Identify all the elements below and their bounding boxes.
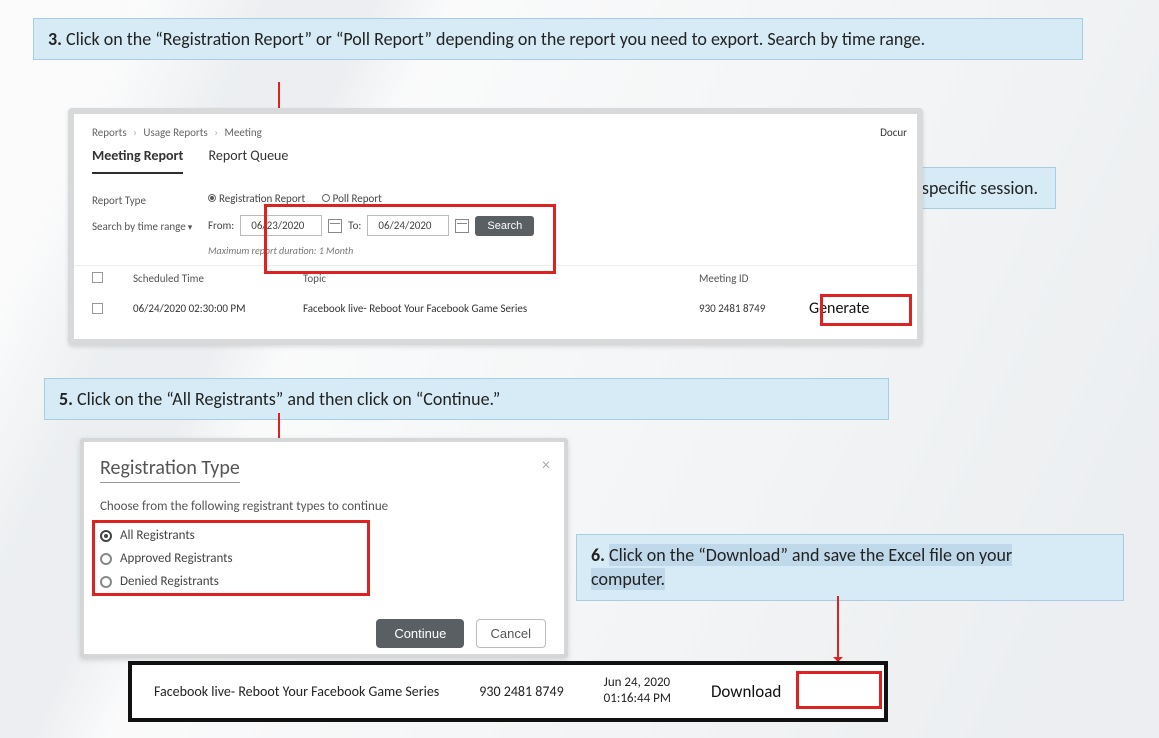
breadcrumb-sep: ›	[133, 126, 137, 139]
report-type-options: Registration Report Poll Report	[202, 188, 540, 209]
generate-link[interactable]: Generate	[809, 299, 899, 318]
cell-datetime: Jun 24, 2020 01:16:44 PM	[604, 675, 671, 708]
breadcrumb-item[interactable]: Reports	[92, 126, 127, 139]
step-number: 3.	[48, 28, 62, 50]
col-header-topic: Topic	[303, 272, 699, 285]
step-text: Click on the “All Registrants” and then …	[77, 388, 500, 410]
label-to: To:	[348, 219, 361, 232]
table-header: Scheduled Time Topic Meeting ID	[74, 265, 917, 291]
step-text: Click on the “Download” and save the Exc…	[609, 544, 1012, 566]
download-link[interactable]: Download	[711, 681, 781, 702]
close-icon[interactable]: ×	[542, 456, 550, 475]
calendar-icon[interactable]	[328, 219, 342, 233]
breadcrumb-item[interactable]: Usage Reports	[143, 126, 207, 139]
input-to-date[interactable]: 06/24/2020	[367, 215, 449, 236]
truncated-right-label: Docur	[880, 126, 907, 139]
calendar-icon[interactable]	[455, 219, 469, 233]
radio-poll-report[interactable]: Poll Report	[322, 192, 382, 205]
table-row: 06/24/2020 02:30:00 PM Facebook live- Re…	[74, 291, 917, 326]
cell-topic: Facebook live- Reboot Your Facebook Game…	[154, 683, 439, 700]
search-button[interactable]: Search	[475, 216, 534, 236]
reports-panel: Reports › Usage Reports › Meeting Docur …	[68, 108, 923, 345]
col-header-scheduled: Scheduled Time	[133, 272, 303, 285]
continue-button[interactable]: Continue	[376, 619, 464, 648]
tab-report-queue[interactable]: Report Queue	[209, 147, 289, 172]
breadcrumb: Reports › Usage Reports › Meeting	[74, 114, 917, 145]
highlight-box-download	[796, 671, 882, 709]
label-report-type: Report Type	[92, 188, 202, 214]
modal-subtitle: Choose from the following registrant typ…	[100, 499, 564, 514]
breadcrumb-item[interactable]: Meeting	[224, 126, 261, 139]
arrow-to-download	[837, 596, 839, 666]
step-number: 6.	[591, 544, 605, 566]
label-search-by[interactable]: Search by time range	[92, 214, 202, 241]
cell-scheduled: 06/24/2020 02:30:00 PM	[133, 302, 303, 315]
option-approved-registrants[interactable]: Approved Registrants	[100, 547, 564, 570]
radio-dot-icon	[100, 530, 112, 542]
step-text: Click on the “Registration Report” or “P…	[66, 28, 925, 50]
cell-meeting-id: 930 2481 8749	[699, 302, 809, 315]
instruction-step-6: 6. Click on the “Download” and save the …	[576, 534, 1124, 601]
radio-dot-icon	[322, 194, 330, 202]
registration-type-modal: Registration Type × Choose from the foll…	[80, 438, 568, 658]
option-all-registrants[interactable]: All Registrants	[100, 524, 564, 547]
radio-dot-icon	[100, 576, 112, 588]
report-tabs: Meeting Report Report Queue	[74, 145, 917, 174]
download-row: Facebook live- Reboot Your Facebook Game…	[128, 661, 888, 722]
cell-meeting-id: 930 2481 8749	[479, 683, 563, 700]
option-denied-registrants[interactable]: Denied Registrants	[100, 570, 564, 593]
step-text: computer.	[591, 568, 665, 590]
instruction-step-5: 5. Click on the “All Registrants” and th…	[44, 378, 889, 420]
checkbox-all[interactable]	[92, 272, 103, 283]
cell-topic: Facebook live- Reboot Your Facebook Game…	[303, 302, 699, 315]
modal-title: Registration Type	[100, 456, 240, 483]
step-number: 5.	[59, 388, 73, 410]
tab-meeting-report[interactable]: Meeting Report	[92, 147, 183, 174]
instruction-step-3: 3. Click on the “Registration Report” or…	[33, 18, 1083, 60]
checkbox-row[interactable]	[92, 303, 103, 314]
cancel-button[interactable]: Cancel	[476, 619, 546, 648]
breadcrumb-sep: ›	[214, 126, 218, 139]
radio-registration-report[interactable]: Registration Report	[208, 192, 305, 205]
col-header-meeting-id: Meeting ID	[699, 272, 809, 285]
note-max-duration: Maximum report duration: 1 Month	[202, 240, 540, 265]
radio-dot-icon	[208, 194, 216, 202]
radio-dot-icon	[100, 553, 112, 565]
label-from: From:	[208, 219, 234, 232]
input-from-date[interactable]: 06/23/2020	[240, 215, 322, 236]
